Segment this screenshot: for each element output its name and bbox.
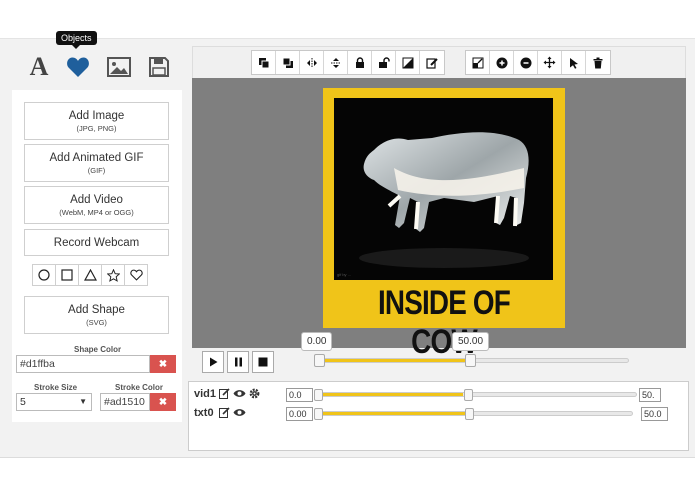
stroke-size-select[interactable]: 5 ▼ [16,393,92,411]
crop-icon[interactable] [466,51,490,74]
triangle-icon[interactable] [78,264,102,286]
square-icon[interactable] [55,264,79,286]
timeline-start-handle[interactable] [314,354,325,367]
left-panel: Add Image (JPG, PNG) Add Animated GIF (G… [12,90,182,422]
stroke-color-input[interactable]: #ad1510 [100,393,150,411]
zoom-in-icon[interactable] [490,51,514,74]
add-video-button[interactable]: Add Video (WebM, MP4 or OGG) [24,186,169,224]
cow-image [359,132,529,268]
layer-vid1-start[interactable]: 0.0 [286,388,313,402]
layer-vid1-start-handle[interactable] [314,389,323,401]
layer-txt0-start-handle[interactable] [314,408,323,420]
move-icon[interactable] [538,51,562,74]
image-icon[interactable] [107,55,131,79]
gear-icon[interactable] [249,388,260,402]
layer-txt0-end[interactable]: 50.0 [641,407,668,421]
add-video-label: Add Video [70,194,123,206]
timeline-end-value: 50.00 [452,332,490,351]
objects-tooltip: Objects [56,31,97,49]
add-gif-label: Add Animated GIF [49,152,144,164]
cow-video[interactable]: gif by ... [334,98,553,280]
layer-name-vid1[interactable]: vid1 [194,388,216,400]
play-button[interactable] [202,351,224,373]
record-webcam-label: Record Webcam [53,237,140,249]
contrast-icon[interactable] [396,51,420,74]
stop-icon [258,357,268,367]
pause-button[interactable] [227,351,249,373]
star-icon[interactable] [101,264,125,286]
layer-txt0-icons [219,407,246,421]
layer-txt0-fill [316,412,465,415]
layer-name-txt0[interactable]: txt0 [194,407,214,419]
flip-vertical-icon[interactable] [324,51,348,74]
poster-caption[interactable]: INSIDE OF COW [345,284,543,362]
lock-icon[interactable] [348,51,372,74]
text-tool-icon[interactable]: A [27,54,51,80]
send-backward-icon[interactable] [276,51,300,74]
add-gif-button[interactable]: Add Animated GIF (GIF) [24,144,169,182]
layer-txt0-end-handle[interactable] [465,408,474,420]
stroke-size-value: 5 [20,396,26,408]
add-gif-sub: (GIF) [87,166,106,175]
pointer-icon[interactable] [562,51,586,74]
layers-panel: vid1 0.0 50. txt0 0.00 50.0 [188,381,689,451]
timeline-end-handle[interactable] [465,354,476,367]
stroke-size-label: Stroke Size [34,383,78,392]
editor-canvas[interactable]: gif by ... INSIDE OF COW [192,78,686,361]
unlock-icon[interactable] [372,51,396,74]
layer-vid1-end-handle[interactable] [464,389,473,401]
poster-frame[interactable]: gif by ... INSIDE OF COW [323,88,565,361]
stroke-color-label: Stroke Color [115,383,164,392]
zoom-out-icon[interactable] [514,51,538,74]
heart-icon[interactable] [66,55,90,79]
play-icon [209,357,217,367]
layer-vid1-fill [316,393,464,396]
add-image-sub: (JPG, PNG) [76,124,117,133]
heart-outline-icon[interactable] [124,264,148,286]
shape-color-label: Shape Color [74,345,122,354]
add-video-sub: (WebM, MP4 or OGG) [59,208,134,217]
shape-picker [32,264,148,286]
add-image-button[interactable]: Add Image (JPG, PNG) [24,102,169,140]
view-tool-group [465,50,611,75]
eye-icon[interactable] [233,407,246,421]
bring-forward-icon[interactable] [252,51,276,74]
clear-shape-color-button[interactable]: ✖ [150,355,176,373]
add-shape-sub: (SVG) [86,318,107,327]
edit-icon[interactable] [219,407,230,421]
circle-icon[interactable] [32,264,56,286]
clear-stroke-color-button[interactable]: ✖ [150,393,176,411]
add-shape-button[interactable]: Add Shape (SVG) [24,296,169,334]
layer-vid1-track[interactable] [315,392,637,397]
layer-txt0-start[interactable]: 0.00 [286,407,313,421]
record-webcam-button[interactable]: Record Webcam [24,229,169,256]
layer-txt0-track[interactable] [315,411,633,416]
pause-icon [234,357,242,367]
timeline-start-value: 0.00 [301,332,333,351]
dropdown-arrow-icon: ▼ [79,397,87,406]
add-image-label: Add Image [68,110,125,122]
edit-icon[interactable] [219,388,230,402]
save-icon[interactable] [147,55,171,79]
add-shape-label: Add Shape [68,304,125,316]
arrange-tool-group [251,50,445,75]
photo-credit: gif by ... [337,272,352,277]
timeline-fill [320,359,465,362]
flip-horizontal-icon[interactable] [300,51,324,74]
stop-button[interactable] [252,351,274,373]
edit-icon[interactable] [420,51,444,74]
shape-color-input[interactable]: #d1ffba [16,355,150,373]
eye-icon[interactable] [233,388,246,402]
trash-icon[interactable] [586,51,610,74]
layer-vid1-end[interactable]: 50. [639,388,661,402]
layer-vid1-icons [219,388,260,402]
